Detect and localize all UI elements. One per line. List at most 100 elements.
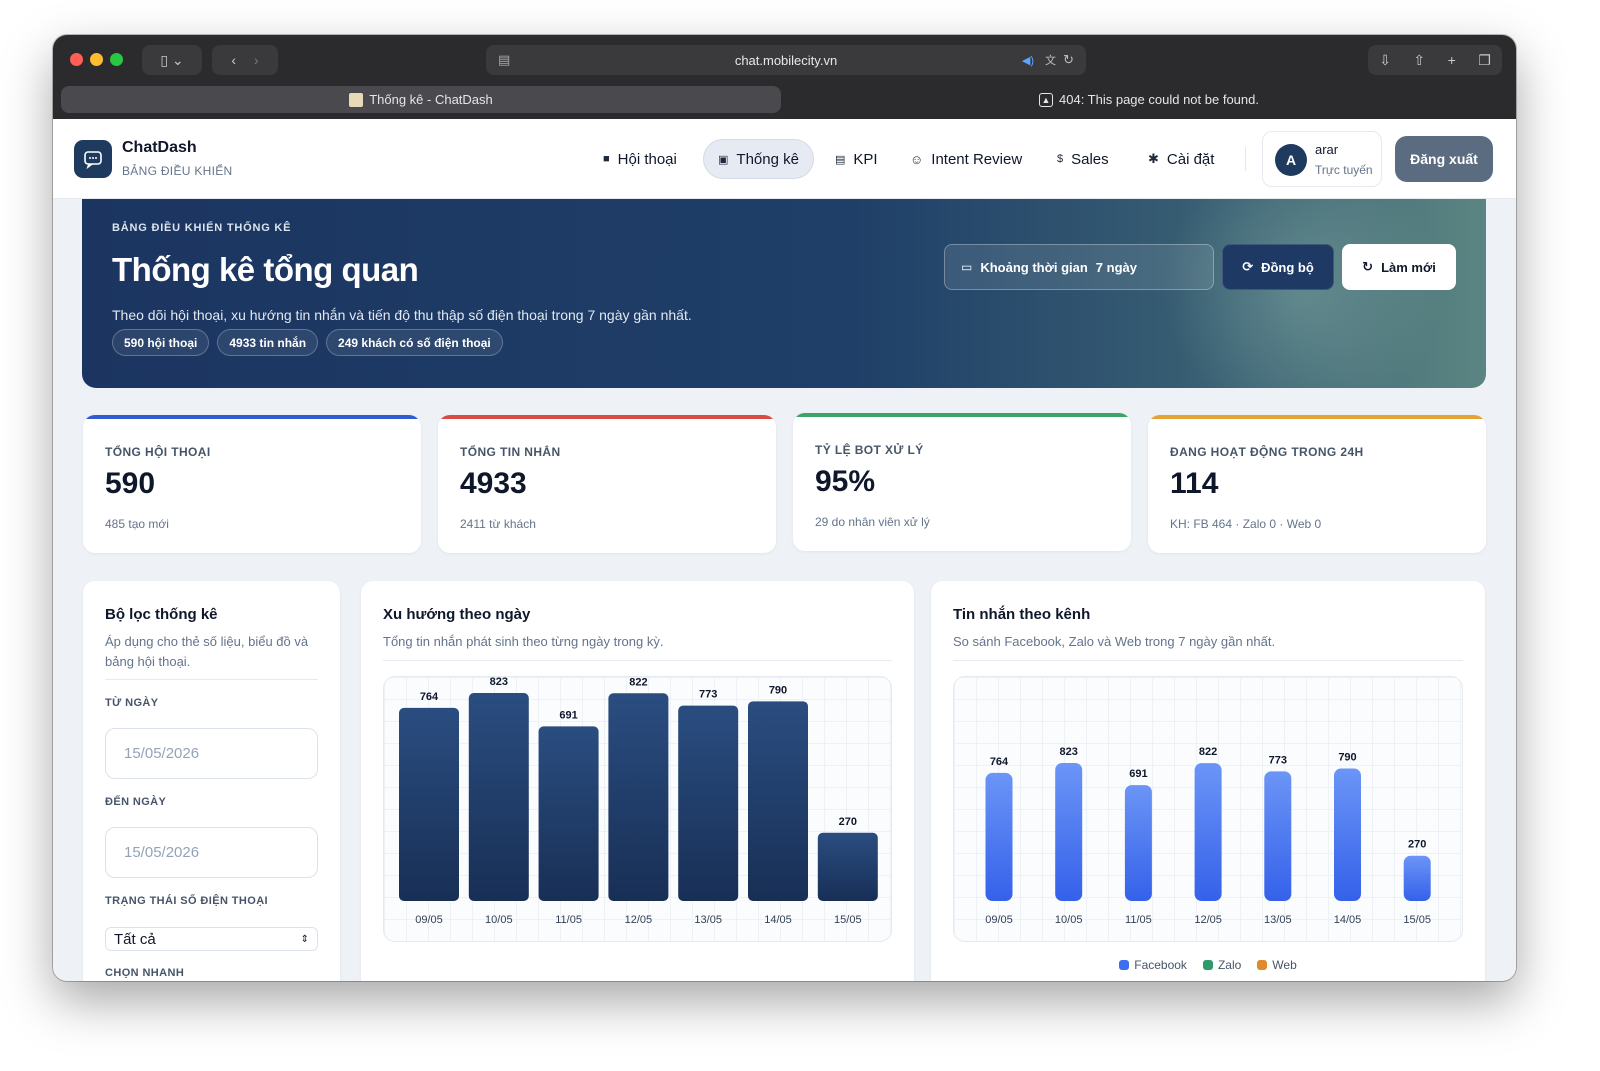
channel-chart-svg: 764 09/05 823 10/05 691 11/05 822 12/05 773 13/05… [985, 746, 1431, 926]
data-label: 773 [1269, 754, 1287, 766]
refresh-label: Làm mới [1381, 259, 1436, 275]
nav-thong-ke[interactable]: ▣ Thống kê [703, 139, 814, 179]
refresh-button[interactable]: ↻ Làm mới [1342, 244, 1456, 290]
legend-web[interactable]: Web [1257, 958, 1297, 972]
forward-icon[interactable]: › [254, 52, 259, 68]
sync-icon: ⟳ [1242, 259, 1254, 274]
share-icon[interactable]: ⇧ [1413, 52, 1425, 69]
nav-label: Cài đặt [1166, 150, 1215, 168]
legend-facebook[interactable]: Facebook [1119, 958, 1187, 972]
bar[interactable] [678, 705, 739, 901]
range-label: Khoảng thời gian [980, 259, 1088, 275]
data-label: 790 [769, 684, 787, 696]
stat-accent [438, 415, 776, 419]
tick-label: 14/05 [764, 914, 792, 926]
data-label: 823 [1060, 746, 1078, 758]
legend-swatch [1257, 960, 1268, 970]
download-icon[interactable]: ⇩ [1379, 52, 1391, 69]
bar[interactable] [817, 832, 878, 901]
maximize-window-button[interactable] [110, 53, 123, 66]
minimize-window-button[interactable] [90, 53, 103, 66]
stat-sub: 29 do nhân viên xử lý [815, 515, 930, 529]
to-date-input[interactable]: 15/05/2026 [105, 827, 318, 878]
app-logo[interactable] [74, 140, 112, 178]
user-card[interactable]: A arar Trực tuyến [1262, 131, 1382, 187]
tab-favicon-icon: ▲ [1039, 92, 1053, 107]
nav-hoi-thoai[interactable]: ■ Hội thoại [589, 139, 691, 179]
logout-button[interactable]: Đăng xuất [1395, 136, 1493, 182]
nav-intent-review[interactable]: ☺ Intent Review [896, 139, 1036, 179]
url-text: chat.mobilecity.vn [734, 52, 838, 68]
top-navigation: ChatDash BẢNG ĐIỀU KHIỂN ■ Hội thoại ▣ T… [53, 119, 1516, 199]
bar[interactable] [748, 701, 808, 901]
phone-status-select[interactable]: Tất cả ⇕ [105, 927, 318, 951]
stat-card-bot-rate: TỶ LỆ BOT XỬ LÝ 95% 29 do nhân viên xử l… [793, 413, 1131, 551]
nav-kpi[interactable]: ▤ KPI [821, 139, 892, 179]
bar[interactable] [1124, 785, 1152, 901]
user-status: Trực tuyến [1315, 163, 1373, 177]
tab-active[interactable]: Thống kê - ChatDash [61, 86, 781, 113]
bar[interactable] [608, 693, 669, 901]
bar[interactable] [399, 707, 459, 901]
trend-chart-svg: 764 09/05 823 10/05 691 11/05 822 12/05 773 13/05… [399, 677, 878, 926]
legend-swatch [1202, 960, 1213, 970]
channel-panel: Tin nhắn theo kênh So sánh Facebook, Zal… [931, 581, 1485, 981]
from-date-input[interactable]: 15/05/2026 [105, 728, 318, 779]
bar[interactable] [468, 693, 529, 901]
select-value: Tất cả [114, 930, 156, 948]
bar[interactable] [1334, 768, 1361, 901]
stat-label: TỶ LỆ BOT XỬ LÝ [815, 443, 924, 457]
legend-label: Facebook [1134, 958, 1187, 972]
range-value: 7 ngày [1095, 259, 1137, 275]
stat-card-conversations: TỔNG HỘI THOẠI 590 485 tạo mới [83, 415, 421, 553]
stat-accent [83, 415, 421, 419]
tab-inactive[interactable]: ▲ 404: This page could not be found. [789, 86, 1509, 113]
tick-label: 11/05 [555, 914, 582, 926]
new-tab-icon[interactable]: + [1448, 52, 1456, 68]
translate-icon[interactable]: 文 [1045, 52, 1056, 68]
tick-label: 13/05 [1264, 914, 1292, 926]
bar[interactable] [1264, 771, 1292, 901]
address-bar[interactable]: ▤ chat.mobilecity.vn ◀) 文 ↻ [486, 45, 1086, 75]
tabs-overview-icon[interactable]: ❐ [1478, 52, 1491, 69]
tick-label: 15/05 [834, 914, 862, 926]
chat-icon: ■ [603, 153, 610, 165]
bar[interactable] [985, 772, 1013, 901]
tick-label: 10/05 [1055, 914, 1083, 926]
reload-icon[interactable]: ↻ [1063, 52, 1074, 68]
bar[interactable] [1194, 763, 1222, 901]
trend-title: Xu hướng theo ngày [383, 606, 531, 623]
sidebar-toggle-button[interactable]: ▯ ⌄ [142, 45, 202, 75]
page-settings-icon[interactable]: ▤ [498, 52, 510, 68]
sync-button[interactable]: ⟳ Đồng bộ [1222, 244, 1334, 290]
kpi-icon: ▤ [835, 153, 846, 166]
nav-label: Hội thoại [617, 150, 677, 168]
divider [953, 660, 1463, 661]
tick-label: 11/05 [1125, 914, 1152, 926]
stat-accent [1148, 415, 1486, 419]
close-window-button[interactable] [70, 53, 83, 66]
back-icon[interactable]: ‹ [231, 52, 236, 68]
nav-label: KPI [853, 150, 878, 168]
channel-subtitle: So sánh Facebook, Zalo và Web trong 7 ng… [953, 634, 1276, 649]
nav-cai-dat[interactable]: ✱ Cài đặt [1134, 139, 1228, 179]
calendar-icon: ▭ [961, 260, 973, 274]
dollar-icon: $ [1057, 153, 1064, 165]
tick-label: 15/05 [1403, 914, 1431, 926]
audio-icon[interactable]: ◀) [1022, 54, 1034, 67]
bar[interactable] [538, 726, 599, 901]
date-range-button[interactable]: ▭ Khoảng thời gian 7 ngày [944, 244, 1214, 290]
gear-icon: ✱ [1148, 151, 1159, 166]
avatar: A [1275, 144, 1307, 176]
data-label: 773 [699, 689, 717, 701]
nav-sales[interactable]: $ Sales [1043, 139, 1123, 179]
legend-label: Zalo [1217, 958, 1242, 972]
bar[interactable] [1055, 763, 1083, 901]
tab-title: Thống kê - ChatDash [369, 92, 493, 107]
smile-icon: ☺ [910, 151, 924, 167]
legend-label: Web [1272, 958, 1297, 972]
stat-value: 95% [815, 465, 876, 498]
hero-kicker: BẢNG ĐIỀU KHIỂN THỐNG KÊ [112, 222, 292, 234]
legend-zalo[interactable]: Zalo [1202, 958, 1242, 972]
bar[interactable] [1403, 855, 1431, 901]
